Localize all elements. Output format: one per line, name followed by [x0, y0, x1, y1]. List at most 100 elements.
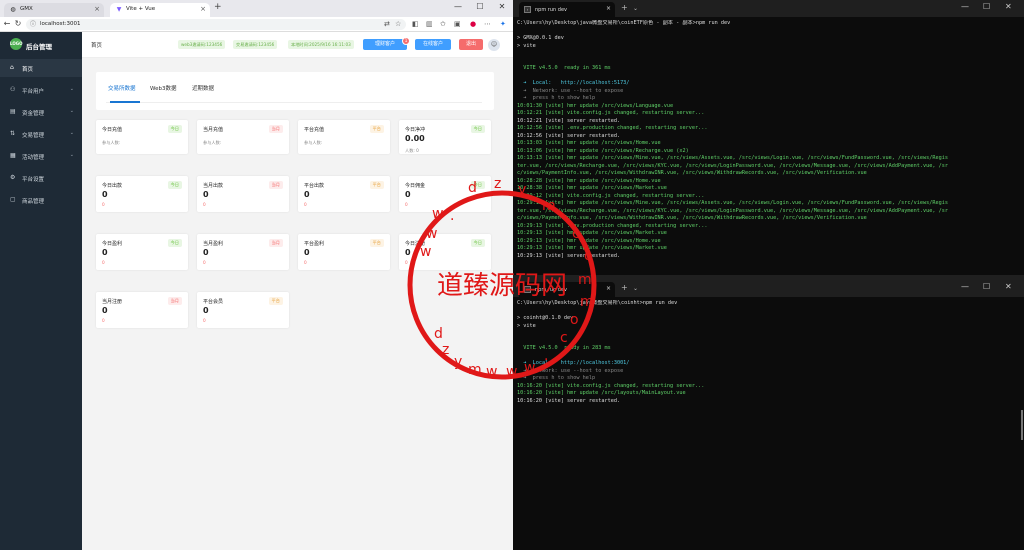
sidebar-item-trade[interactable]: ⇅ 交易管理 ⌄ [0, 125, 82, 143]
back-icon[interactable]: ← [2, 19, 12, 28]
notification-badge: 1 [402, 37, 410, 45]
period-tag: 平台 [369, 125, 384, 133]
globe-icon: ◍ [10, 6, 16, 13]
close-icon[interactable]: × [200, 5, 206, 13]
close-window-button[interactable]: ✕ [1005, 282, 1012, 291]
close-window-button[interactable]: ✕ [492, 2, 512, 11]
tab-web3-data[interactable]: Web3数据 [150, 84, 177, 92]
maximize-button[interactable]: ☐ [983, 2, 990, 11]
translate-icon[interactable]: ⇄ [384, 20, 390, 28]
browser-tab-gmx[interactable]: ◍ GMX × [4, 3, 104, 17]
close-icon[interactable]: × [94, 5, 100, 13]
terminal-line: VITE v4.5.0 ready in 283 ms [517, 345, 611, 351]
terminal-line: ter.vue, /src/views/Recharge.vue, /src/v… [517, 162, 948, 169]
reload-icon[interactable]: ↻ [13, 19, 23, 28]
wealth-customers-button[interactable]: 理财客户 1 [363, 37, 410, 50]
site-info-icon[interactable]: ⓘ [30, 19, 36, 30]
more-icon[interactable]: ⋯ [484, 20, 491, 28]
chevron-down-icon[interactable]: ⌄ [633, 5, 638, 12]
terminal-line: 10:29:13 [vite] hmr update /src/views/Mi… [517, 200, 948, 206]
maximize-button[interactable]: ☐ [470, 2, 490, 11]
browser-tab-vite[interactable]: ▼ Vite + Vue × [110, 3, 210, 17]
copilot-icon[interactable]: ✦ [500, 20, 506, 28]
terminal-tab[interactable]: › npm run dev × [519, 282, 615, 297]
breadcrumb[interactable]: 首页 [91, 41, 102, 49]
local-time: 本地时间:2025/9/16 16:11:03 [288, 40, 354, 49]
scrollbar[interactable] [1021, 410, 1023, 440]
minimize-button[interactable]: — [448, 2, 468, 11]
stat-title: 今日佣金 [405, 183, 426, 189]
avatar[interactable]: ☺ [488, 39, 500, 51]
stat-title: 今日充值 [102, 127, 123, 133]
terminal-line: ➜ Network: use --host to expose [517, 87, 624, 94]
sidebar-item-users[interactable]: ⚇ 平台用户 ⌄ [0, 81, 82, 99]
online-customers-button[interactable]: 在线客户 [415, 39, 451, 50]
trade-icon: ⇅ [10, 130, 16, 137]
favorites-icon[interactable]: ✩ [440, 20, 446, 28]
terminal-line: 10:12:56 [vite] server restarted. [517, 132, 621, 139]
close-window-button[interactable]: ✕ [1005, 2, 1012, 11]
sidebar-item-settings[interactable]: ⚙ 平台设置 [0, 169, 82, 187]
terminal-window-bottom: › npm run dev × + ⌄ — ☐ ✕ C:\Users\hy\Desk… [513, 280, 1024, 550]
sidebar-item-label: 首页 [22, 67, 34, 73]
stat-value: 0.00 [405, 134, 425, 143]
new-terminal-tab-icon[interactable]: + [621, 3, 628, 12]
terminal-line: 10:13:03 [vite] hmr update /src/views/Ho… [517, 140, 661, 146]
tab-label: Vite + Vue [126, 6, 156, 12]
gift-icon: ▦ [10, 152, 16, 159]
new-terminal-tab-icon[interactable]: + [621, 283, 628, 292]
period-tag: 今日 [470, 239, 485, 247]
stat-title: 平台充值 [304, 127, 325, 133]
dashboard-content: 交易所数据 Web3数据 近期数据 今日充值 今日 参与人数: 当月充值 当月 参与人数:… [90, 64, 504, 550]
terminal-line: ➜ Local: http://localhost:5173/ [517, 80, 630, 86]
split-icon[interactable]: ▥ [426, 20, 433, 28]
stat-card: 今日佣金 今日 0 0 [399, 176, 491, 212]
new-tab-button[interactable]: + [214, 2, 222, 12]
tab-recent-data[interactable]: 近期数据 [192, 84, 214, 92]
terminal-line: > coinht@0.1.0 dev [517, 315, 574, 321]
terminal-line: 10:13:06 [vite] hmr update /src/views/Re… [517, 147, 689, 154]
stat-card: 今日充值 今日 参与人数: [96, 120, 188, 154]
terminal-line: 10:12:21 [vite] server restarted. [517, 117, 621, 124]
stat-card: 当月注册 当月 0 0 [96, 292, 188, 328]
terminal-tab-label: npm run dev [535, 7, 567, 13]
stat-title: 今日注册 [405, 241, 426, 247]
stat-value: 0 [203, 248, 209, 257]
extension-icon[interactable]: ◧ [412, 20, 419, 28]
profile-icon[interactable]: ● [470, 20, 476, 28]
terminal-tab[interactable]: › npm run dev × [519, 2, 615, 17]
url-input[interactable]: ⓘ localhost:3001 [26, 19, 406, 30]
logout-button[interactable]: 退出 [459, 39, 483, 50]
minimize-button[interactable]: — [961, 2, 969, 11]
tab-exchange-data[interactable]: 交易所数据 [108, 84, 136, 92]
terminal-output: C:\Users\hy\Desktop\java微盘交易所\coinht>npm… [517, 300, 1022, 405]
sidebar-item-funds[interactable]: ▤ 资金管理 ⌄ [0, 103, 82, 121]
terminal-line: 10:29:13 [vite] hmr update /src/views/Ma… [517, 230, 667, 236]
url-text: localhost:3001 [40, 21, 81, 27]
terminal-line: C:\Users\hy\Desktop\java微盘交易所\coinETF原色 … [517, 20, 731, 26]
stat-card: 平台充值 平台 参与人数: [298, 120, 390, 154]
terminal-line: 10:29:12 [vite] vite.config.js changed, … [517, 192, 705, 199]
stat-title: 今日净冲 [405, 127, 426, 133]
close-icon[interactable]: × [606, 285, 611, 292]
chevron-down-icon[interactable]: ⌄ [633, 285, 638, 292]
sidebar-item-activity[interactable]: ▦ 活动管理 ⌄ [0, 147, 82, 165]
stat-value: 0 [304, 190, 310, 199]
terminal-window-top: › npm run dev × + ⌄ — ☐ ✕ C:\Users\hy\Desk… [513, 0, 1024, 275]
terminal-icon: › [524, 286, 531, 293]
collections-icon[interactable]: ▣ [454, 20, 461, 28]
terminal-line: c/views/PaymentInfo.vue, /src/views/With… [517, 170, 867, 176]
sidebar-item-home[interactable]: ⌂ 首页 [0, 59, 82, 77]
star-icon[interactable]: ☆ [395, 20, 401, 28]
minimize-button[interactable]: — [961, 282, 969, 291]
sidebar-item-label: 活动管理 [22, 155, 45, 161]
maximize-button[interactable]: ☐ [983, 282, 990, 291]
wallet-icon: ▤ [10, 108, 16, 115]
stat-title: 当月注册 [102, 299, 123, 305]
close-icon[interactable]: × [606, 5, 611, 12]
stat-note: 0 [203, 202, 206, 207]
sidebar-item-products[interactable]: ▢ 商品管理 [0, 191, 82, 209]
